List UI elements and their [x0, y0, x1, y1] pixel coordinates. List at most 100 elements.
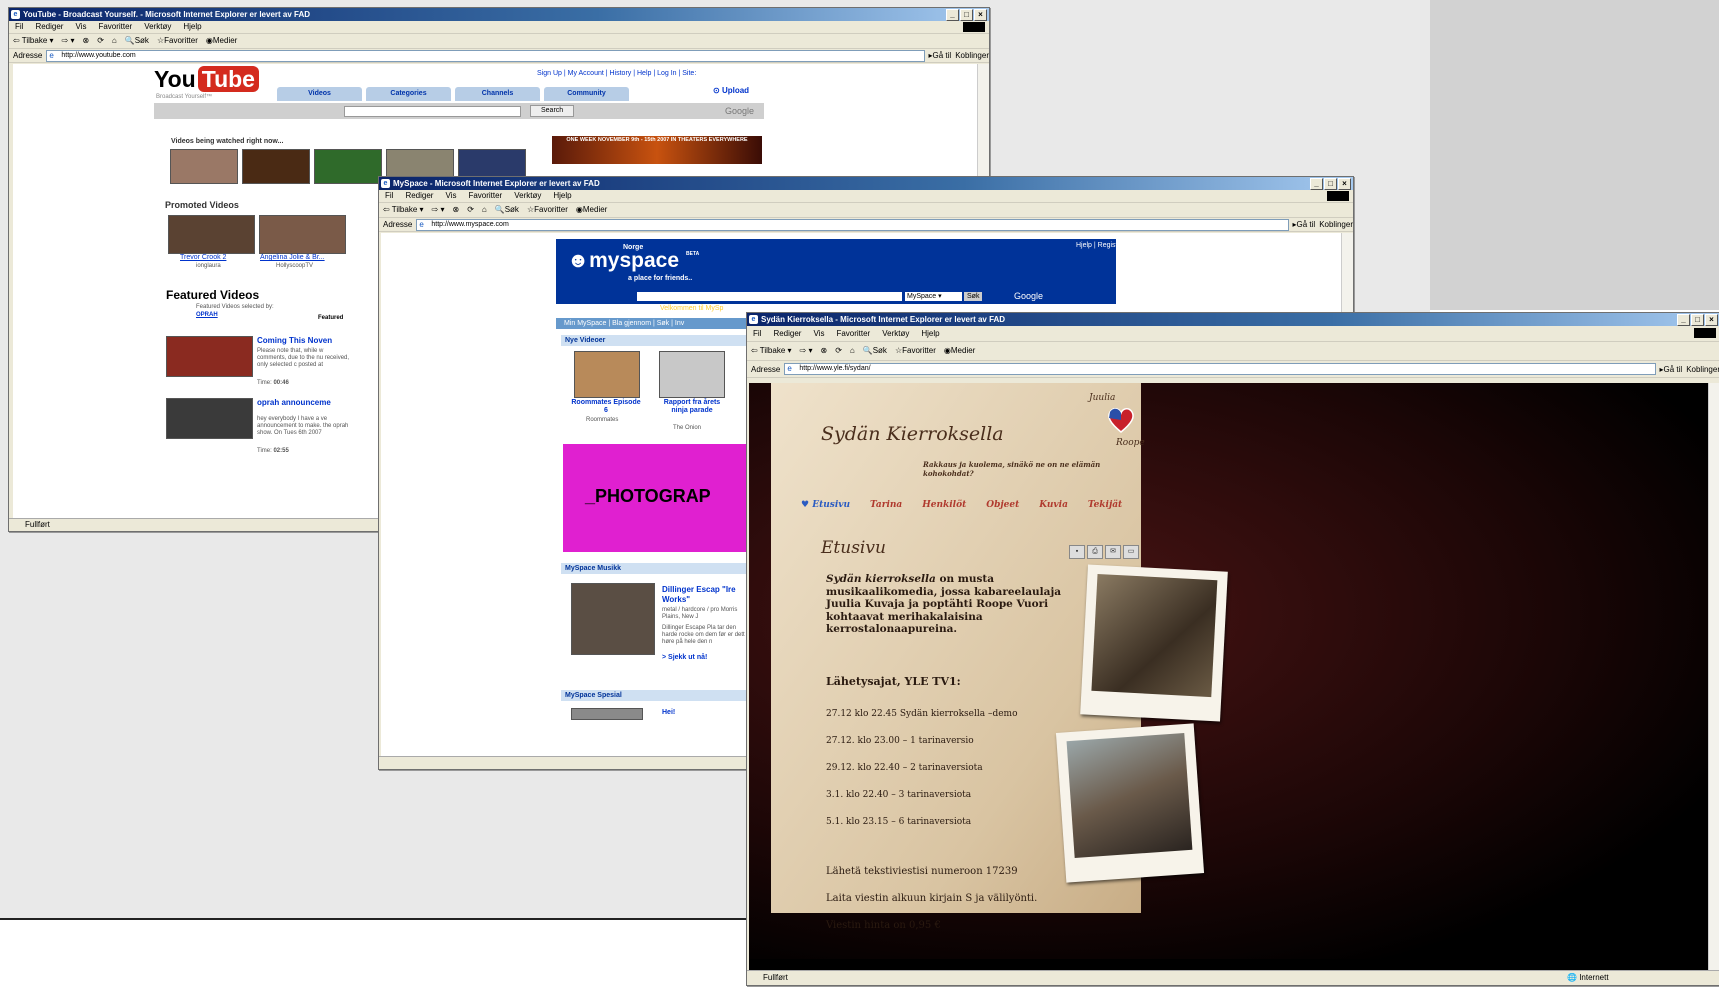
favorites-button[interactable]: ☆Favoritter: [157, 34, 198, 48]
promoted-title[interactable]: Trevor Crook 2: [180, 254, 226, 261]
myspace-search-button[interactable]: Søk: [964, 292, 983, 301]
nav-etusivu[interactable]: ♥ Etusivu: [801, 500, 850, 510]
close-button[interactable]: ×: [1705, 314, 1718, 326]
photography-ad[interactable]: _PHOTOGRAP: [563, 444, 746, 552]
refresh-icon[interactable]: ⟳: [835, 342, 842, 360]
address-input[interactable]: http://www.yle.fi/sydan/: [784, 363, 1656, 375]
media-button[interactable]: ◉Medier: [576, 203, 607, 217]
myspace-logo[interactable]: ☻myspace: [567, 249, 679, 273]
stop-icon[interactable]: ⊗: [82, 34, 89, 48]
address-input[interactable]: http://www.youtube.com: [46, 49, 925, 62]
music-link[interactable]: > Sjekk ut nå!: [662, 654, 707, 662]
nav-tarina[interactable]: Tarina: [870, 500, 902, 510]
back-button[interactable]: ⇦ Tilbake ▾: [751, 342, 792, 360]
video-thumbnail[interactable]: [574, 351, 640, 398]
minimize-button[interactable]: _: [946, 9, 959, 21]
minimize-button[interactable]: _: [1310, 178, 1323, 190]
menu-view[interactable]: Vis: [445, 190, 456, 202]
address-input[interactable]: http://www.myspace.com: [416, 218, 1289, 231]
menu-edit[interactable]: Rediger: [773, 326, 801, 341]
forward-button[interactable]: ⇨ ▾: [800, 342, 813, 360]
band-photo[interactable]: [571, 583, 655, 655]
video-thumbnail[interactable]: [242, 149, 310, 184]
back-button[interactable]: ⇦ Tilbake ▾: [383, 203, 424, 217]
go-button[interactable]: ▸Gå til: [929, 49, 952, 62]
media-button[interactable]: ◉Medier: [206, 34, 237, 48]
vertical-scrollbar[interactable]: [1708, 383, 1719, 971]
menu-edit[interactable]: Rediger: [35, 21, 63, 33]
youtube-search-button[interactable]: Search: [530, 105, 575, 117]
forward-button[interactable]: ⇨ ▾: [62, 34, 75, 48]
promoted-user[interactable]: ionglaura: [196, 263, 221, 270]
links-label[interactable]: Koblinger: [1686, 363, 1719, 376]
video-thumbnail[interactable]: [659, 351, 725, 398]
menu-help[interactable]: Hjelp: [921, 326, 939, 341]
promoted-user[interactable]: HollyscoopTV: [276, 263, 313, 270]
menu-help[interactable]: Hjelp: [553, 190, 571, 202]
upload-link[interactable]: ⊙ Upload: [713, 86, 749, 95]
menu-file[interactable]: Fil: [385, 190, 393, 202]
menu-favorites[interactable]: Favoritter: [468, 190, 502, 202]
media-button[interactable]: ◉Medier: [944, 342, 975, 360]
menu-view[interactable]: Vis: [75, 21, 86, 33]
myspace-titlebar[interactable]: e MySpace - Microsoft Internet Explorer …: [379, 177, 1353, 190]
menu-file[interactable]: Fil: [15, 21, 23, 33]
featured-thumbnail[interactable]: [166, 336, 253, 377]
home-icon[interactable]: ⌂: [850, 342, 855, 360]
home-icon[interactable]: ⌂: [112, 34, 117, 48]
tab-videos[interactable]: Videos: [277, 87, 362, 101]
couple-dance-photo[interactable]: [1055, 723, 1205, 883]
nav-objeet[interactable]: Objeet: [986, 500, 1019, 510]
forward-button[interactable]: ⇨ ▾: [432, 203, 445, 217]
menu-tools[interactable]: Verktøy: [882, 326, 909, 341]
special-thumbnail[interactable]: [571, 708, 643, 720]
featured-tab[interactable]: Featured: [318, 315, 343, 322]
print-icon[interactable]: ⎙: [1087, 545, 1103, 559]
music-title[interactable]: Dillinger Escap "Ire Works": [662, 585, 747, 605]
close-button[interactable]: ×: [1338, 178, 1351, 190]
back-button[interactable]: ⇦ Tilbake ▾: [13, 34, 54, 48]
movie-banner-ad[interactable]: ONE WEEK NOVEMBER 9th - 15th 2007 IN THE…: [552, 136, 762, 164]
video-title[interactable]: Roommates Episode 6: [571, 399, 641, 415]
video-thumbnail[interactable]: [170, 149, 238, 184]
myspace-search-input[interactable]: [637, 292, 902, 301]
mail-icon[interactable]: ✉: [1105, 545, 1121, 559]
save-icon[interactable]: ▪: [1069, 545, 1085, 559]
favorites-button[interactable]: ☆Favoritter: [895, 342, 936, 360]
featured-video-title[interactable]: Coming This Noven: [257, 336, 332, 345]
youtube-top-links[interactable]: Sign Up | My Account | History | Help | …: [537, 70, 696, 77]
minimize-button[interactable]: _: [1677, 314, 1690, 326]
youtube-search-input[interactable]: [344, 106, 521, 117]
special-link[interactable]: Hei!: [662, 709, 675, 717]
maximize-button[interactable]: □: [1324, 178, 1337, 190]
go-button[interactable]: ▸Gå til: [1293, 218, 1316, 231]
nav-tekijat[interactable]: Tekijät: [1088, 500, 1122, 510]
maximize-button[interactable]: □: [1691, 314, 1704, 326]
myspace-search-select[interactable]: MySpace ▾: [905, 292, 962, 301]
featured-by-link[interactable]: OPRAH: [196, 312, 218, 318]
menu-help[interactable]: Hjelp: [183, 21, 201, 33]
search-button[interactable]: 🔍Søk: [125, 34, 149, 48]
window-icon[interactable]: ▭: [1123, 545, 1139, 559]
video-title[interactable]: Rapport fra årets ninja parade: [657, 399, 727, 415]
menu-edit[interactable]: Rediger: [405, 190, 433, 202]
stop-icon[interactable]: ⊗: [452, 203, 459, 217]
promoted-thumbnail[interactable]: [259, 215, 346, 254]
menu-tools[interactable]: Verktøy: [144, 21, 171, 33]
nav-henkilot[interactable]: Henkilöt: [922, 500, 966, 510]
menu-view[interactable]: Vis: [813, 326, 824, 341]
menu-favorites[interactable]: Favoritter: [98, 21, 132, 33]
video-user[interactable]: The Onion: [673, 425, 701, 432]
tab-community[interactable]: Community: [544, 87, 629, 101]
close-button[interactable]: ×: [974, 9, 987, 21]
yle-titlebar[interactable]: e Sydän Kierroksella - Microsoft Interne…: [747, 313, 1719, 326]
links-label[interactable]: Koblinger: [955, 49, 989, 62]
featured-video-title[interactable]: oprah announceme: [257, 398, 331, 407]
refresh-icon[interactable]: ⟳: [467, 203, 474, 217]
promoted-thumbnail[interactable]: [168, 215, 255, 254]
home-icon[interactable]: ⌂: [482, 203, 487, 217]
tab-channels[interactable]: Channels: [455, 87, 540, 101]
stop-icon[interactable]: ⊗: [820, 342, 827, 360]
tab-categories[interactable]: Categories: [366, 87, 451, 101]
promoted-title[interactable]: Angelina Jolie & Br...: [260, 254, 325, 261]
